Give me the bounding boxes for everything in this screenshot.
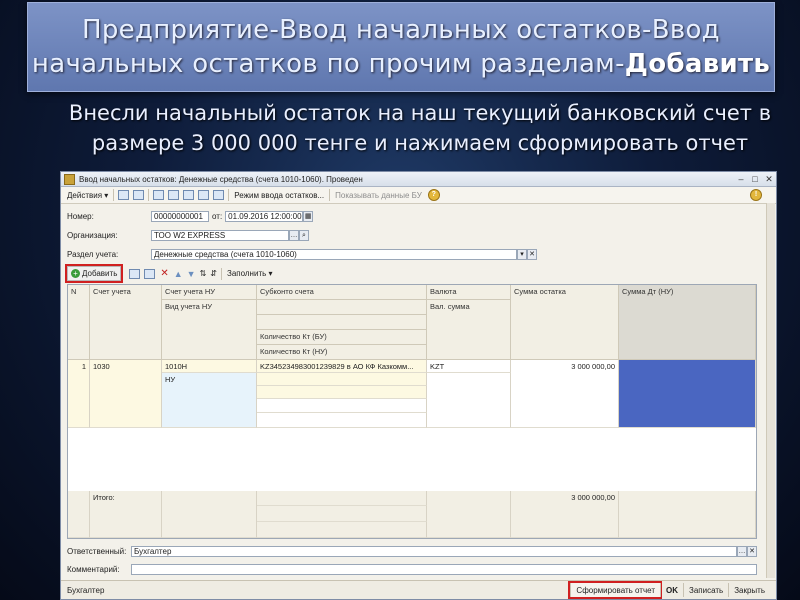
sort-desc-icon[interactable]: ⇵ bbox=[210, 269, 217, 278]
slide-title-line2: начальных остатков по прочим разделам- bbox=[31, 49, 625, 79]
responsible-field[interactable]: Бухгалтер bbox=[131, 546, 737, 557]
main-toolbar: Действия ▾ Режим ввода остатков... Показ… bbox=[61, 187, 776, 204]
help-icon[interactable]: ? bbox=[427, 189, 440, 201]
org-row: Организация: ТОО W2 EXPRESS … ⌕ bbox=[67, 230, 309, 241]
responsible-row: Ответственный: Бухгалтер … ✕ bbox=[67, 546, 757, 557]
vertical-scrollbar[interactable] bbox=[766, 203, 775, 578]
actions-menu[interactable]: Действия ▾ bbox=[64, 189, 111, 202]
row-account[interactable]: 1030 bbox=[90, 360, 162, 428]
header-sum-dt[interactable]: Сумма Дт (НУ) bbox=[619, 285, 756, 360]
slide-title: Предприятие-Ввод начальных остатков-Ввод… bbox=[32, 13, 770, 81]
edit-icon[interactable] bbox=[144, 268, 156, 279]
info-icon[interactable]: ! bbox=[750, 189, 762, 201]
delete-icon[interactable]: ✕ bbox=[160, 268, 168, 279]
move-up-icon[interactable]: ▲ bbox=[174, 269, 183, 279]
header-qty-bu[interactable]: Количество Кт (БУ) bbox=[257, 330, 427, 345]
comment-field[interactable] bbox=[131, 564, 757, 575]
fill-menu[interactable]: Заполнить ▾ bbox=[224, 267, 276, 280]
add-icon: + bbox=[71, 269, 80, 278]
total-value: 3 000 000,00 bbox=[511, 491, 619, 538]
slide-title-bold: Добавить bbox=[624, 49, 771, 79]
move-down-icon[interactable]: ▼ bbox=[187, 269, 196, 279]
header-currency-sum[interactable]: Вал. сумма bbox=[427, 300, 511, 360]
subtitle-line2: размере 3 000 000 тенге и нажимаем сформ… bbox=[91, 131, 749, 155]
comment-label: Комментарий: bbox=[67, 565, 120, 574]
maximize-icon[interactable]: □ bbox=[748, 174, 762, 185]
header-account[interactable]: Счет учета bbox=[90, 285, 162, 360]
row-subconto[interactable]: KZ345234983001239829 в АО КФ Казкомм... bbox=[257, 360, 427, 373]
refresh-icon[interactable] bbox=[168, 190, 180, 200]
ok-button[interactable]: OK bbox=[660, 583, 683, 597]
header-account-nu[interactable]: Счет учета НУ bbox=[162, 285, 257, 300]
window-titlebar: Ввод начальных остатков: Денежные средст… bbox=[61, 172, 776, 187]
responsible-select-icon[interactable]: … bbox=[737, 546, 747, 557]
header-subconto[interactable]: Субконто счета bbox=[257, 285, 427, 300]
responsible-label: Ответственный: bbox=[67, 547, 127, 556]
date-label: от: bbox=[212, 212, 223, 221]
document-icon bbox=[64, 173, 75, 185]
section-row: Раздел учета: Денежные средства (счета 1… bbox=[67, 249, 537, 260]
show-bu-button[interactable]: Показывать данные БУ bbox=[332, 189, 425, 202]
date-field[interactable]: 01.09.2016 12:00:00 bbox=[225, 211, 304, 222]
add-label: Добавить bbox=[82, 269, 118, 278]
header-currency[interactable]: Валюта bbox=[427, 285, 511, 300]
section-field[interactable]: Денежные средства (счета 1010-1060) bbox=[151, 249, 517, 260]
responsible-clear-icon[interactable]: ✕ bbox=[747, 546, 757, 557]
balances-table: N Счет учета Счет учета НУ Вид учета НУ … bbox=[67, 284, 757, 539]
mode-entry-button[interactable]: Режим ввода остатков... bbox=[231, 189, 327, 202]
post-icon[interactable] bbox=[118, 190, 130, 200]
org-field[interactable]: ТОО W2 EXPRESS bbox=[151, 230, 289, 241]
org-label: Организация: bbox=[67, 231, 118, 240]
header-account-nu-type[interactable]: Вид учета НУ bbox=[162, 300, 257, 360]
section-label: Раздел учета: bbox=[67, 250, 119, 259]
subtitle-line1: Внесли начальный остаток на наш текущий … bbox=[68, 101, 772, 125]
comment-row: Комментарий: bbox=[67, 564, 757, 575]
minimize-icon[interactable]: – bbox=[734, 174, 748, 185]
print-icon[interactable] bbox=[153, 190, 165, 200]
row-currency[interactable]: KZT bbox=[427, 360, 511, 373]
copy-icon[interactable] bbox=[129, 268, 141, 279]
header-balance[interactable]: Сумма остатка bbox=[511, 285, 619, 360]
clear-icon[interactable]: ✕ bbox=[527, 249, 537, 260]
generate-report-button[interactable]: Сформировать отчет bbox=[568, 581, 662, 599]
structure-icon[interactable] bbox=[183, 190, 195, 200]
close-icon[interactable]: ✕ bbox=[762, 174, 776, 185]
number-row: Номер: 00000000001 от: 01.09.2016 12:00:… bbox=[67, 211, 314, 222]
window-title: Ввод начальных остатков: Денежные средст… bbox=[79, 174, 363, 184]
dropdown-icon[interactable]: ▾ bbox=[517, 249, 527, 260]
dt-kt-icon[interactable] bbox=[213, 190, 225, 200]
status-bar: Бухгалтер Сформировать отчет OK Записать… bbox=[61, 580, 776, 599]
document-window: Ввод начальных остатков: Денежные средст… bbox=[60, 171, 777, 600]
unpost-icon[interactable] bbox=[133, 190, 145, 200]
slide-title-banner: Предприятие-Ввод начальных остатков-Ввод… bbox=[27, 2, 775, 92]
number-label: Номер: bbox=[67, 212, 94, 221]
row-sum-dt-selected[interactable] bbox=[619, 360, 756, 428]
slide-title-line1: Предприятие-Ввод начальных остатков-Ввод bbox=[82, 15, 720, 45]
calendar-icon[interactable]: ▦ bbox=[303, 211, 314, 222]
header-n[interactable]: N bbox=[68, 285, 90, 360]
save-button[interactable]: Записать bbox=[683, 583, 728, 597]
select-ellipsis-icon[interactable]: … bbox=[289, 230, 299, 241]
row-balance[interactable]: 3 000 000,00 bbox=[511, 360, 619, 428]
journal-icon[interactable] bbox=[198, 190, 210, 200]
slide-subtitle: Внесли начальный остаток на наш текущий … bbox=[40, 98, 800, 158]
row-n[interactable]: 1 bbox=[68, 360, 90, 428]
total-label: Итого: bbox=[90, 491, 162, 538]
search-icon[interactable]: ⌕ bbox=[299, 230, 309, 241]
add-button[interactable]: + Добавить bbox=[64, 264, 124, 283]
sort-asc-icon[interactable]: ⇅ bbox=[200, 269, 207, 278]
table-toolbar: + Добавить ✕ ▲ ▼ ⇅ ⇵ Заполнить ▾ bbox=[64, 264, 276, 283]
row-account-nu[interactable]: 1010Н bbox=[162, 360, 257, 373]
row-account-nu-type[interactable]: НУ bbox=[162, 373, 257, 428]
header-qty-nu[interactable]: Количество Кт (НУ) bbox=[257, 345, 427, 360]
status-user: Бухгалтер bbox=[67, 585, 105, 595]
close-button[interactable]: Закрыть bbox=[728, 583, 770, 597]
number-field[interactable]: 00000000001 bbox=[151, 211, 209, 222]
